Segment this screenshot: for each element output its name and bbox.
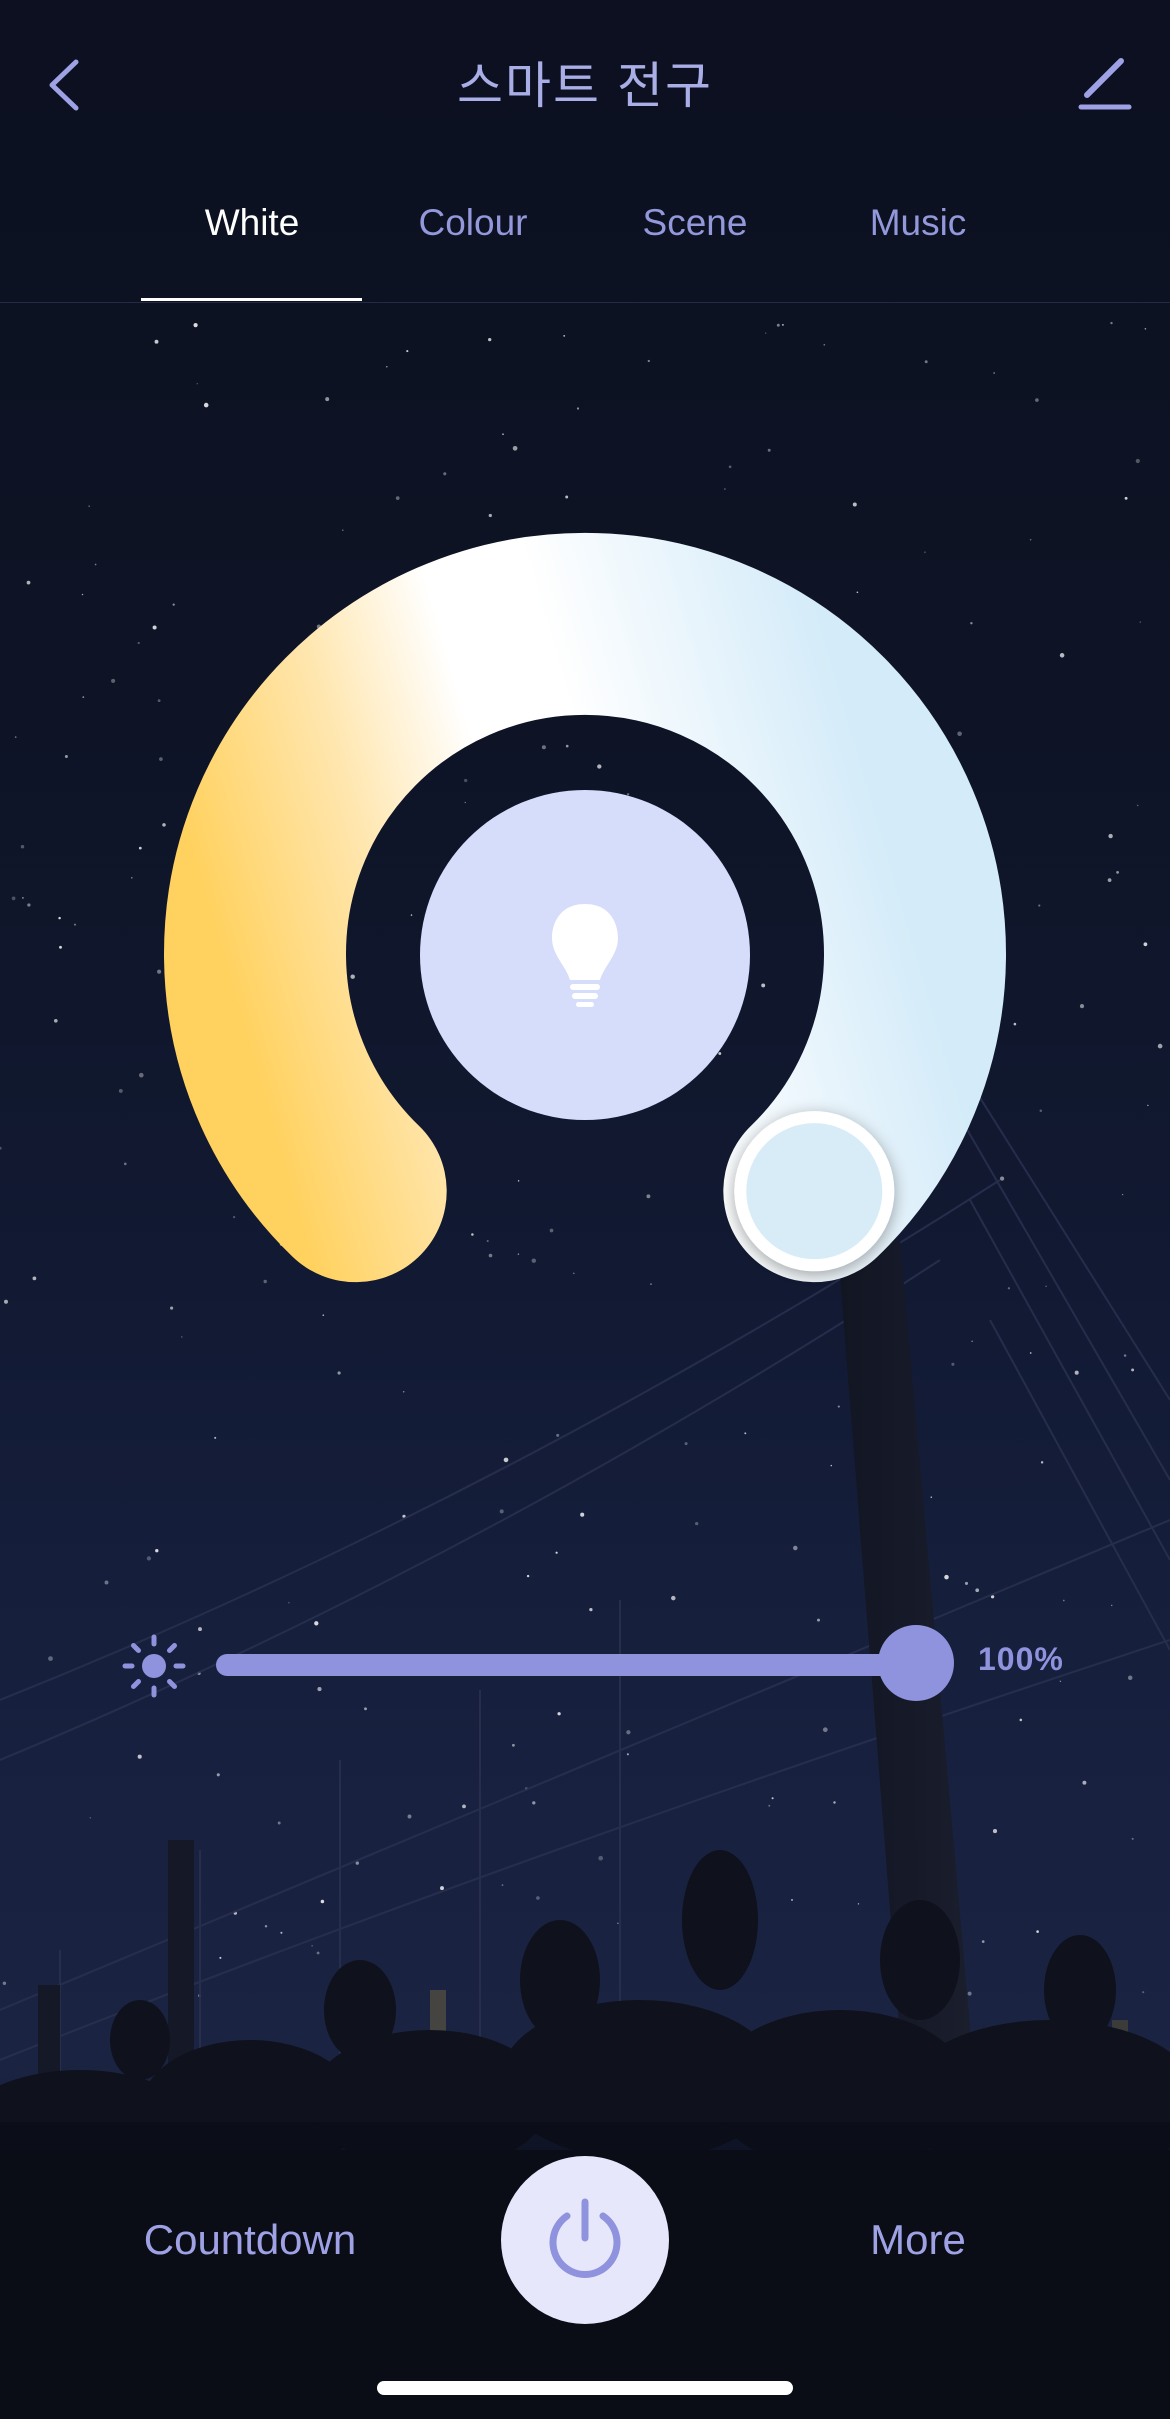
color-temperature-wheel [164,532,1006,1283]
temperature-knob[interactable] [734,1111,895,1272]
power-button[interactable] [501,2156,669,2324]
smart-bulb-screen: 스마트 전구 White Colour Scene Music 100% Cou… [0,0,1170,2419]
brightness-slider-track[interactable] [216,1654,916,1676]
brightness-slider-thumb[interactable] [878,1625,954,1701]
home-indicator [377,2381,793,2395]
countdown-button[interactable]: Countdown [120,2205,380,2275]
brightness-value: 100% [978,1641,1064,1677]
more-button[interactable]: More [838,2205,998,2275]
power-icon [549,2198,621,2278]
sun-icon [122,1634,186,1698]
